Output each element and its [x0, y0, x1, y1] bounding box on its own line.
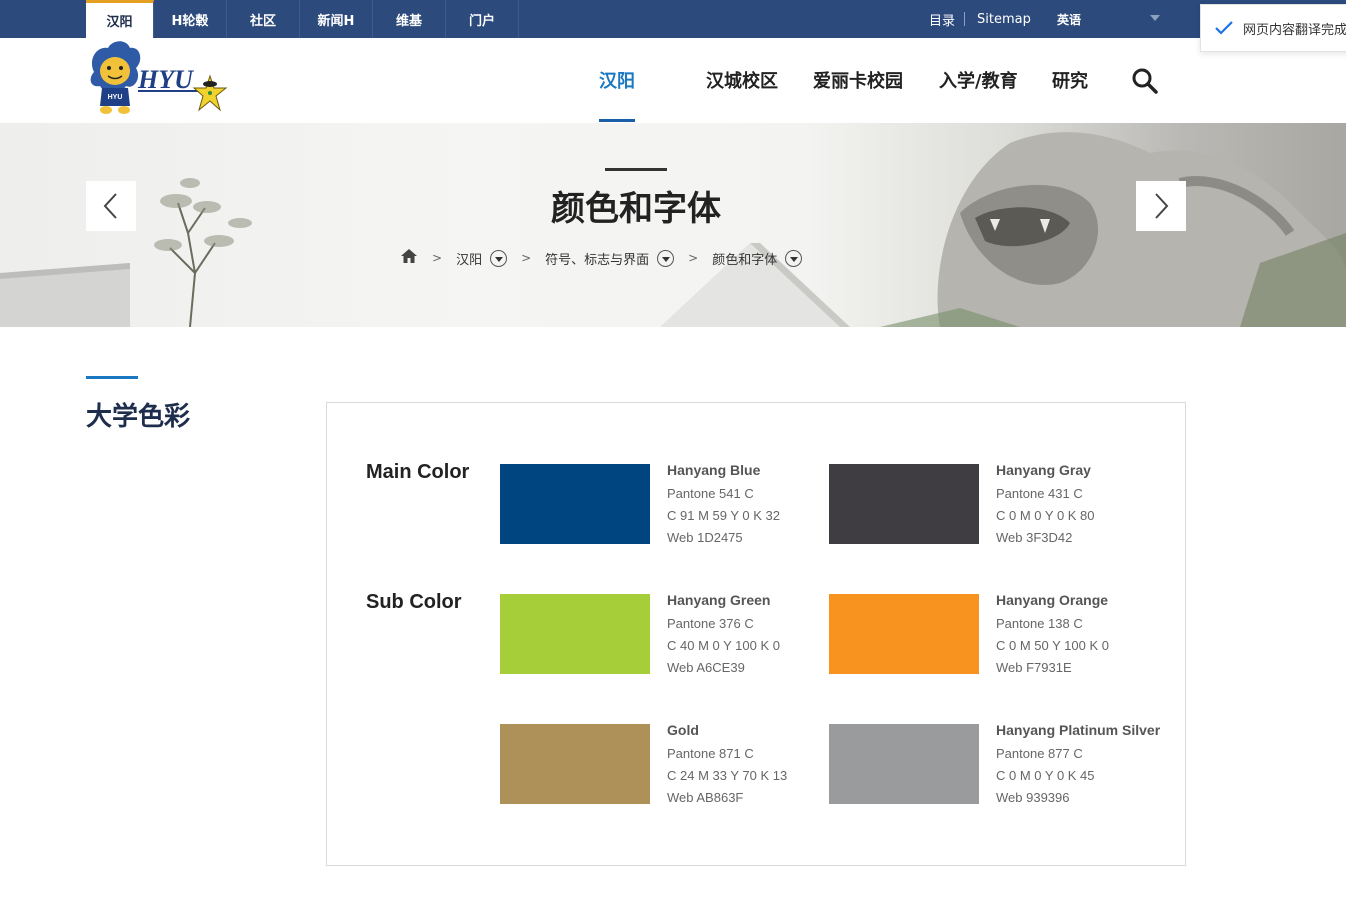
color-cmyk: C 0 M 0 Y 0 K 80	[996, 508, 1095, 523]
color-name: Gold	[667, 722, 699, 738]
breadcrumb-separator-icon: >	[521, 251, 532, 265]
color-name: Hanyang Blue	[667, 462, 761, 478]
breadcrumb-item-symbols[interactable]: 符号、标志与界面	[545, 249, 675, 268]
color-info: Hanyang Gray Pantone 431 C C 0 M 0 Y 0 K…	[996, 461, 1095, 549]
page-title: 颜色和字体	[551, 189, 721, 229]
chevron-left-icon	[103, 193, 117, 219]
color-web: Web 939396	[996, 790, 1070, 805]
color-pantone: Pantone 541 C	[667, 486, 754, 501]
color-cmyk: C 24 M 33 Y 70 K 13	[667, 768, 788, 783]
sitemap-link-cn[interactable]: 目录	[929, 0, 955, 38]
color-swatch	[829, 724, 979, 804]
chevron-right-icon	[1155, 193, 1169, 219]
nav-research[interactable]: 研究	[1052, 67, 1088, 93]
color-info: Hanyang Green Pantone 376 C C 40 M 0 Y 1…	[667, 591, 780, 679]
color-web: Web A6CE39	[667, 660, 745, 675]
breadcrumb-item-hanyang[interactable]: 汉阳	[456, 249, 508, 268]
lion-mascot-logo-icon: HYU HYU	[90, 41, 228, 114]
site-tabs: 汉阳 H轮毂 社区 新闻H 维基 门户	[86, 0, 519, 38]
color-swatch	[500, 724, 650, 804]
home-icon[interactable]	[400, 248, 418, 268]
color-info: Hanyang Blue Pantone 541 C C 91 M 59 Y 0…	[667, 461, 780, 549]
color-pantone: Pantone 376 C	[667, 616, 754, 631]
next-page-button[interactable]	[1136, 181, 1186, 231]
color-pantone: Pantone 431 C	[996, 486, 1083, 501]
color-web: Web 3F3D42	[996, 530, 1073, 545]
color-cmyk: C 91 M 59 Y 0 K 32	[667, 508, 780, 523]
nav-erica-campus[interactable]: 爱丽卡校园	[813, 67, 903, 93]
site-tab-hanyang[interactable]: 汉阳	[86, 0, 154, 38]
color-info: Hanyang Orange Pantone 138 C C 0 M 50 Y …	[996, 591, 1109, 679]
color-cmyk: C 0 M 50 Y 100 K 0	[996, 638, 1109, 653]
nav-seoul-campus[interactable]: 汉城校区	[706, 67, 778, 93]
color-swatch	[500, 464, 650, 544]
breadcrumb-item-colors-fonts[interactable]: 颜色和字体	[712, 249, 803, 268]
sitemap-link[interactable]: Sitemap	[977, 0, 1031, 38]
color-name: Hanyang Gray	[996, 462, 1091, 478]
sub-color-label: Sub Color	[366, 591, 462, 613]
top-utility-bar: 汉阳 H轮毂 社区 新闻H 维基 门户 目录 Sitemap 英语	[0, 0, 1346, 38]
dropdown-circle-icon[interactable]	[490, 249, 508, 267]
section-title: 大学色彩	[86, 402, 191, 432]
color-name: Hanyang Green	[667, 592, 771, 608]
site-tab-community[interactable]: 社区	[227, 0, 300, 38]
color-pantone: Pantone 138 C	[996, 616, 1083, 631]
svg-text:HYU: HYU	[137, 65, 194, 94]
language-label: 英语	[1057, 12, 1082, 27]
color-pantone: Pantone 871 C	[667, 746, 754, 761]
page-banner: 颜色和字体 > 汉阳 > 符号、标志与界面 > 颜色和字体	[0, 123, 1346, 327]
breadcrumb-label: 颜色和字体	[712, 252, 778, 268]
color-web: Web F7931E	[996, 660, 1072, 675]
site-tab-news[interactable]: 新闻H	[300, 0, 373, 38]
search-icon[interactable]	[1131, 67, 1159, 95]
color-name: Hanyang Orange	[996, 592, 1109, 608]
color-pantone: Pantone 877 C	[996, 746, 1083, 761]
color-panel: Main Color Sub Color Hanyang Blue Panton…	[326, 402, 1186, 866]
color-cmyk: C 40 M 0 Y 100 K 0	[667, 638, 780, 653]
breadcrumb-separator-icon: >	[688, 251, 699, 265]
nav-active-indicator	[599, 119, 635, 122]
nav-hanyang[interactable]: 汉阳	[599, 67, 635, 93]
translate-notice-text: 网页内容翻译完成	[1243, 22, 1346, 38]
breadcrumb-label: 汉阳	[456, 252, 483, 268]
section-title-rule	[86, 376, 138, 379]
svg-text:HYU: HYU	[108, 94, 123, 101]
color-info: Hanyang Platinum Silver Pantone 877 C C …	[996, 721, 1160, 809]
chevron-down-icon	[1150, 15, 1160, 21]
color-info: Gold Pantone 871 C C 24 M 33 Y 70 K 13 W…	[667, 721, 787, 809]
hyu-logo[interactable]: HYU HYU	[86, 38, 231, 120]
nav-admission-education[interactable]: 入学/教育	[939, 67, 1018, 93]
color-name: Hanyang Platinum Silver	[996, 722, 1161, 738]
banner-title-rule	[605, 168, 667, 171]
translate-notice: 网页内容翻译完成	[1200, 4, 1346, 52]
main-color-label: Main Color	[366, 461, 470, 483]
color-swatch	[829, 594, 979, 674]
color-web: Web 1D2475	[667, 530, 743, 545]
site-tab-hhub[interactable]: H轮毂	[154, 0, 227, 38]
breadcrumb: > 汉阳 > 符号、标志与界面 > 颜色和字体	[400, 248, 803, 268]
color-swatch	[500, 594, 650, 674]
check-icon	[1215, 21, 1233, 35]
color-swatch	[829, 464, 979, 544]
dropdown-circle-icon[interactable]	[657, 249, 675, 267]
util-divider	[964, 12, 965, 26]
breadcrumb-separator-icon: >	[432, 251, 443, 265]
color-web: Web AB863F	[667, 790, 744, 805]
language-select[interactable]: 英语	[1043, 2, 1172, 36]
site-tab-wiki[interactable]: 维基	[373, 0, 446, 38]
breadcrumb-label: 符号、标志与界面	[545, 252, 650, 268]
color-cmyk: C 0 M 0 Y 0 K 45	[996, 768, 1095, 783]
prev-page-button[interactable]	[86, 181, 136, 231]
site-tab-portal[interactable]: 门户	[446, 0, 519, 38]
dropdown-circle-icon[interactable]	[785, 249, 803, 267]
